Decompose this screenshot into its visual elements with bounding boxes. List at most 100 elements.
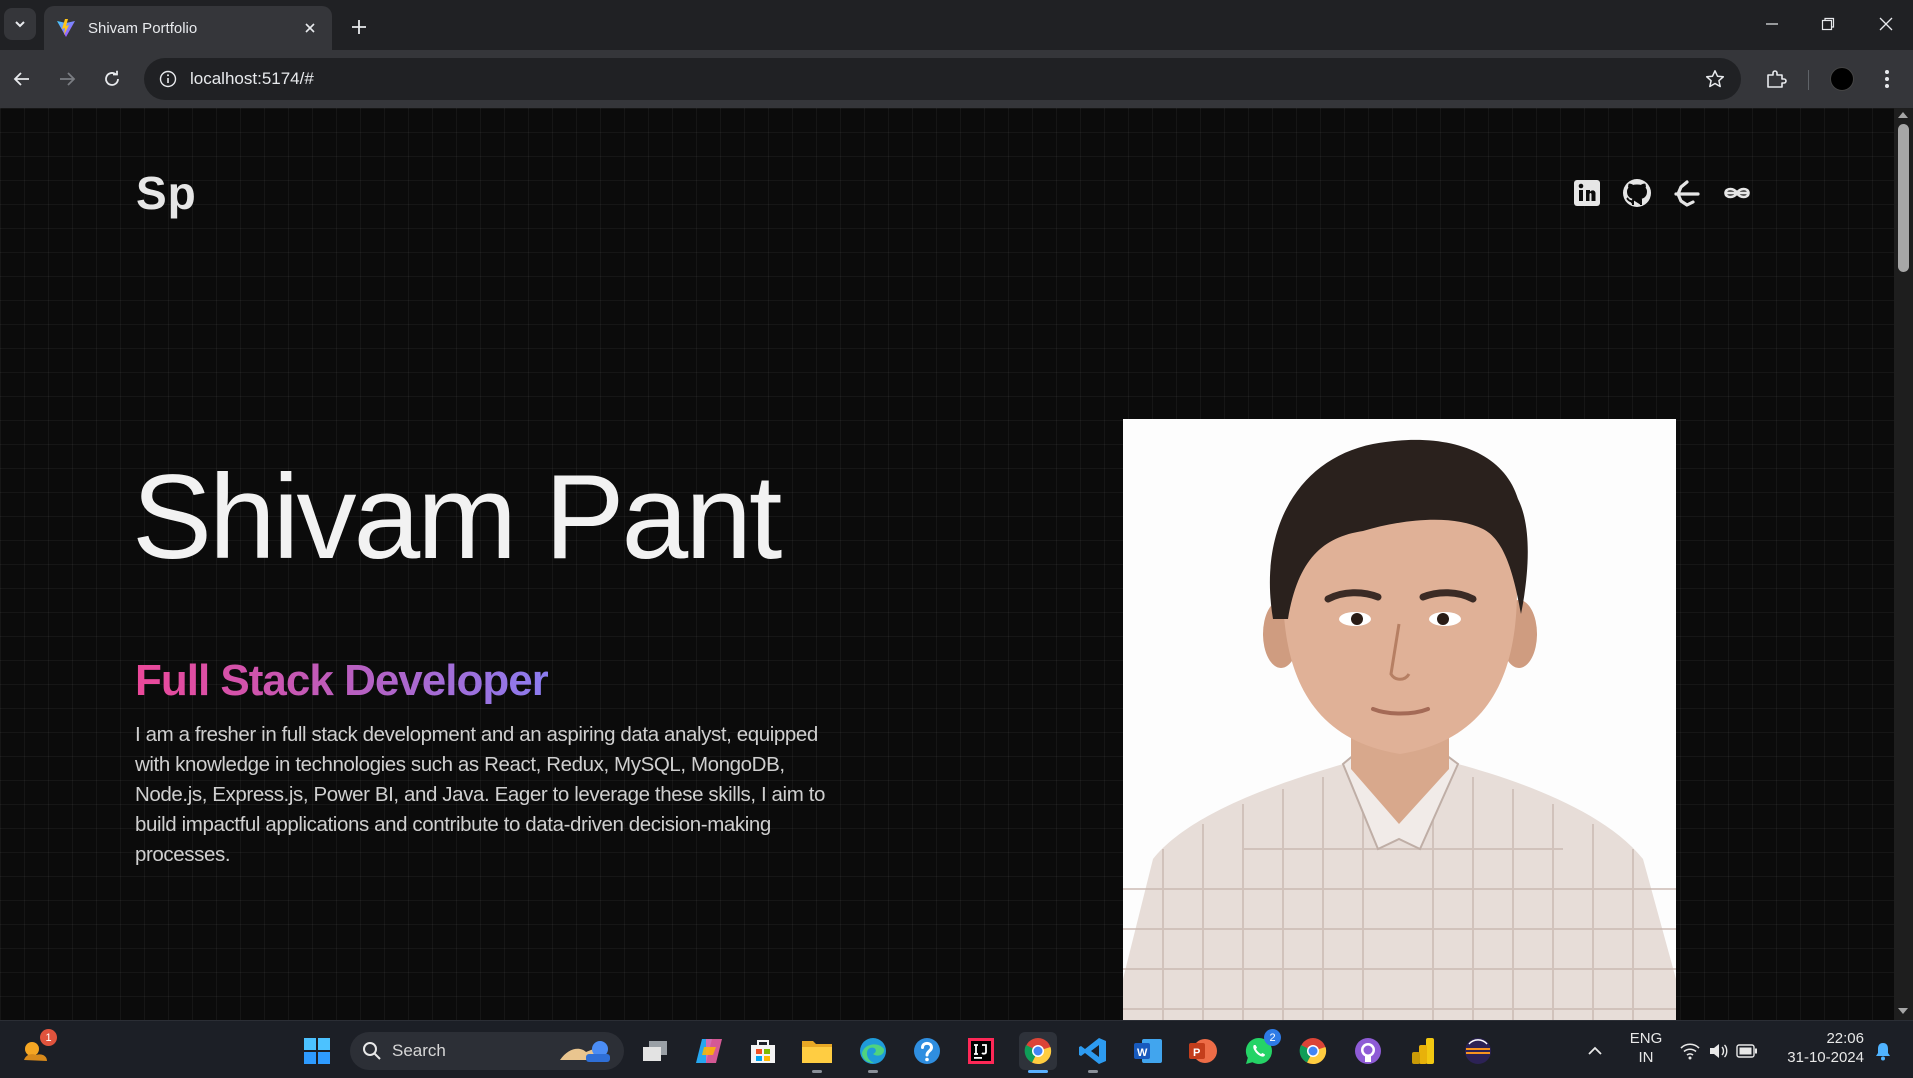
power-bi-button[interactable] [1404,1032,1442,1070]
task-view-icon [643,1041,667,1061]
star-icon [1705,70,1725,88]
tab-title: Shivam Portfolio [88,19,198,37]
search-icon [363,1042,381,1060]
windows-taskbar: 1 Search W P 2 ENG IN 22:06 31-10-2024 [0,1020,1913,1078]
running-indicator [1088,1070,1098,1073]
restore-button[interactable] [1808,6,1848,42]
tab-close-button[interactable] [300,18,320,38]
running-indicator [812,1070,822,1073]
file-explorer-icon [802,1041,832,1063]
page-scrollbar[interactable] [1894,108,1913,1020]
address-bar[interactable]: localhost:5174/# [144,58,1741,100]
svg-text:P: P [1193,1047,1200,1059]
widgets-badge: 1 [40,1029,57,1046]
wifi-icon [1680,1043,1700,1060]
browser-tab-bar: Shivam Portfolio [0,0,1913,50]
svg-text:W: W [1137,1047,1148,1059]
bell-icon [1876,1043,1890,1061]
task-view-button[interactable] [636,1032,674,1070]
geeksforgeeks-icon[interactable] [1672,178,1702,208]
search-label: Search [392,1041,446,1060]
eclipse-button[interactable] [1459,1032,1497,1070]
file-explorer-button[interactable] [798,1032,836,1073]
volume-icon [1710,1044,1728,1058]
browser-toolbar: localhost:5174/# [0,50,1913,108]
notifications-button[interactable] [1868,1032,1898,1070]
close-window-button[interactable] [1866,6,1906,42]
system-tray-status[interactable] [1674,1032,1764,1070]
widgets-button[interactable]: 1 [16,1029,57,1070]
bookmark-button[interactable] [1697,61,1733,97]
powerpoint-button[interactable]: P [1184,1032,1222,1070]
minimize-button[interactable] [1752,6,1792,42]
running-indicator [868,1070,878,1073]
hero-role: Full Stack Developer [135,656,549,705]
browser-tab[interactable]: Shivam Portfolio [44,6,332,50]
scroll-down-arrow-icon[interactable] [1898,1008,1908,1014]
tray-overflow-button[interactable] [1576,1032,1614,1070]
plus-icon [352,20,366,34]
store-button[interactable] [744,1032,782,1070]
toolbar-separator [1808,70,1809,90]
profile-photo [1123,419,1676,1020]
puzzle-icon [1767,70,1787,88]
whatsapp-badge: 2 [1264,1029,1281,1046]
scroll-up-arrow-icon[interactable] [1898,112,1908,118]
help-button[interactable] [908,1032,946,1070]
new-tab-button[interactable] [344,12,374,42]
vscode-button[interactable] [1074,1032,1112,1073]
github-desktop-icon [1355,1038,1381,1064]
copilot-icon [696,1039,722,1063]
word-button[interactable]: W [1129,1032,1167,1070]
input-language[interactable]: ENG IN [1624,1029,1668,1067]
start-button[interactable] [298,1032,336,1070]
restore-icon [1821,17,1835,31]
leetcode-icon[interactable] [1722,178,1752,208]
intellij-button[interactable] [962,1032,1000,1070]
page-viewport: Sp Shivam Pant Full Stack Developer I am… [0,108,1913,1020]
clock-time: 22:06 [1826,1030,1864,1047]
region-code: IN [1638,1049,1654,1066]
edge-button[interactable] [854,1032,892,1073]
profile-button[interactable] [1825,62,1859,96]
avatar [1830,67,1854,91]
site-info-button[interactable] [150,61,186,97]
copilot-button[interactable] [690,1032,728,1070]
edge-icon [860,1038,886,1064]
help-icon [914,1038,940,1064]
close-icon [305,23,315,33]
chrome-profile-button[interactable] [1294,1032,1332,1070]
back-button[interactable] [6,63,38,95]
chevron-up-icon [1588,1046,1602,1055]
scrollbar-thumb[interactable] [1898,124,1909,272]
search-highlight-icon [560,1041,610,1062]
browser-menu-button[interactable] [1870,62,1904,96]
github-icon[interactable] [1622,178,1652,208]
vscode-icon [1079,1038,1106,1064]
tab-search-button[interactable] [4,8,36,40]
extensions-button[interactable] [1759,62,1793,96]
forward-button[interactable] [51,63,83,95]
language-code: ENG [1629,1030,1663,1047]
chrome-button[interactable] [1019,1032,1057,1073]
eclipse-icon [1465,1038,1491,1064]
hero-name: Shivam Pant [132,450,782,584]
linkedin-icon[interactable] [1572,178,1602,208]
chrome-icon [1024,1038,1052,1065]
power-bi-icon [1412,1038,1434,1064]
clock[interactable]: 22:06 31-10-2024 [1776,1029,1864,1067]
reload-button[interactable] [96,63,128,95]
info-icon [159,70,177,88]
intellij-icon [968,1038,994,1064]
microsoft-store-icon [751,1040,775,1063]
reload-icon [105,70,119,86]
social-links [1572,178,1752,208]
whatsapp-button[interactable]: 2 [1240,1029,1281,1070]
hero-description: I am a fresher in full stack development… [135,723,825,866]
minimize-icon [1766,23,1778,25]
taskbar-search[interactable]: Search [350,1032,624,1070]
chevron-down-icon [15,21,25,28]
github-desktop-button[interactable] [1349,1032,1387,1070]
site-logo[interactable]: Sp [136,166,197,220]
clock-date: 31-10-2024 [1787,1049,1864,1066]
